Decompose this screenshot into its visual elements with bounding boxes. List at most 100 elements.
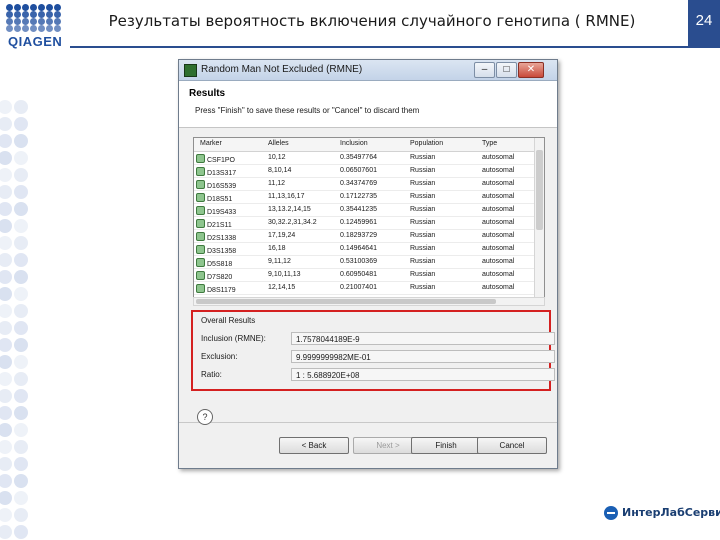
table-row[interactable]: D16S539 11,12 0.34374769 Russian autosomal <box>194 178 534 191</box>
table-row[interactable]: CSF1PO 10,12 0.35497764 Russian autosomal <box>194 152 534 165</box>
logo-dot <box>30 18 37 25</box>
back-button[interactable]: < Back <box>279 437 349 454</box>
table-cell-marker: D3S1358 <box>196 245 236 255</box>
logo-dot <box>6 18 13 25</box>
results-table[interactable]: Marker Alleles Inclusion Population Type… <box>193 137 545 299</box>
logo-dot <box>14 11 21 18</box>
decorative-dot <box>14 457 28 471</box>
minimize-button[interactable]: – <box>474 62 495 78</box>
table-cell-text: Russian <box>410 271 436 278</box>
table-cell-text: 8,10,14 <box>268 167 292 174</box>
column-header-inclusion[interactable]: Inclusion <box>340 140 368 147</box>
table-cell-type: autosomal <box>482 258 514 265</box>
logo-dot <box>14 18 21 25</box>
table-row[interactable]: D7S820 9,10,11,13 0.60950481 Russian autosom… <box>194 269 534 282</box>
table-cell-population: Russian <box>410 232 435 239</box>
logo-dot <box>6 4 13 11</box>
column-header-marker[interactable]: Marker <box>200 140 222 147</box>
column-header-type[interactable]: Type <box>482 140 497 147</box>
marker-check-icon <box>196 284 205 293</box>
maximize-button[interactable]: □ <box>496 62 517 78</box>
decorative-dot <box>14 491 28 505</box>
marker-check-icon <box>196 258 205 267</box>
table-cell-population: Russian <box>410 219 435 226</box>
table-cell-text: D21S11 <box>207 222 232 229</box>
logo-dot <box>22 18 29 25</box>
logo-dot <box>6 25 13 32</box>
column-header-alleles[interactable]: Alleles <box>268 140 289 147</box>
table-cell-text: Russian <box>410 245 436 252</box>
table-row[interactable]: D5S818 9,11,12 0.53100369 Russian autosomal <box>194 256 534 269</box>
table-cell-text: Russian <box>410 258 436 265</box>
table-cell-text: Russian <box>410 180 436 187</box>
ratio-label: Ratio: <box>201 370 222 379</box>
exclusion-value-field[interactable]: 9.9999999982ME-01 <box>291 350 555 363</box>
table-cell-text: 0.34374769 <box>340 180 377 187</box>
decorative-dot <box>0 219 12 233</box>
horizontal-scroll-thumb[interactable] <box>196 299 496 304</box>
table-cell-text: Russian <box>410 193 436 200</box>
table-cell-marker: D2S1338 <box>196 232 236 242</box>
table-row[interactable]: D8S1179 12,14,15 0.21007401 Russian autosoma… <box>194 282 534 295</box>
ratio-value-field[interactable]: 1 : 5.688920E+08 <box>291 368 555 381</box>
table-cell-text: 0.60950481 <box>340 271 377 278</box>
table-cell-text: 0.06507601 <box>340 167 377 174</box>
dialog-titlebar[interactable]: Random Man Not Excluded (RMNE) – □ ✕ <box>179 60 557 81</box>
table-horizontal-scrollbar[interactable] <box>193 297 545 306</box>
table-cell-inclusion: 0.18293729 <box>340 232 377 239</box>
cancel-button[interactable]: Cancel <box>477 437 547 454</box>
table-cell-text: CSF1PO <box>207 157 236 164</box>
table-row[interactable]: D21S11 30,32.2,31,34.2 0.12459961 Russian au… <box>194 217 534 230</box>
close-button[interactable]: ✕ <box>518 62 544 78</box>
table-cell-text: 0.35497764 <box>340 154 377 161</box>
finish-button[interactable]: Finish <box>411 437 481 454</box>
decorative-dot <box>0 338 12 352</box>
table-vertical-scrollbar[interactable] <box>534 138 544 298</box>
decorative-dot <box>14 440 28 454</box>
table-cell-text: D2S1338 <box>207 235 237 242</box>
decorative-dot <box>0 253 12 267</box>
table-cell-inclusion: 0.14964641 <box>340 245 377 252</box>
logo-dot <box>38 4 45 11</box>
table-cell-text: Russian <box>410 206 436 213</box>
decorative-dot <box>0 372 12 386</box>
table-cell-text: 0.12459961 <box>340 219 377 226</box>
decorative-dot <box>0 321 12 335</box>
decorative-dot <box>0 117 12 131</box>
table-cell-population: Russian <box>410 284 435 291</box>
vertical-scroll-thumb[interactable] <box>536 150 543 230</box>
logo-dot <box>54 11 61 18</box>
decorative-dot <box>14 100 28 114</box>
logo-dot <box>22 11 29 18</box>
column-header-population[interactable]: Population <box>410 140 443 147</box>
table-row[interactable]: D3S1358 16,18 0.14964641 Russian autosomal <box>194 243 534 256</box>
logo-dot <box>38 18 45 25</box>
decorative-dot <box>14 406 28 420</box>
decorative-dot <box>0 134 12 148</box>
decorative-dot <box>14 236 28 250</box>
decorative-dot <box>0 202 12 216</box>
table-cell-text: 0.21007401 <box>340 284 377 291</box>
table-cell-text: Russian <box>410 284 436 291</box>
logo-dot <box>14 4 21 11</box>
table-cell-type: autosomal <box>482 154 514 161</box>
table-cell-text: 10,12 <box>268 154 286 161</box>
marker-check-icon <box>196 193 205 202</box>
table-row[interactable]: D2S1338 17,19,24 0.18293729 Russian autosoma… <box>194 230 534 243</box>
table-cell-marker: D16S539 <box>196 180 236 190</box>
table-cell-type: autosomal <box>482 193 514 200</box>
header-rule <box>70 46 720 48</box>
logo-dot <box>46 4 53 11</box>
marker-check-icon <box>196 232 205 241</box>
help-icon[interactable]: ? <box>197 409 213 425</box>
decorative-dot <box>0 151 12 165</box>
decorative-dot <box>14 219 28 233</box>
decorative-dot <box>0 100 12 114</box>
table-cell-type: autosomal <box>482 245 514 252</box>
table-row[interactable]: D19S433 13,13.2,14,15 0.35441235 Russian aut… <box>194 204 534 217</box>
table-row[interactable]: D13S317 8,10,14 0.06507601 Russian autosomal <box>194 165 534 178</box>
logo-dot <box>46 18 53 25</box>
inclusion-value-field[interactable]: 1.7578044189E-9 <box>291 332 555 345</box>
table-row[interactable]: D18S51 11,13,16,17 0.17122735 Russian autoso… <box>194 191 534 204</box>
table-cell-text: autosomal <box>482 206 515 213</box>
